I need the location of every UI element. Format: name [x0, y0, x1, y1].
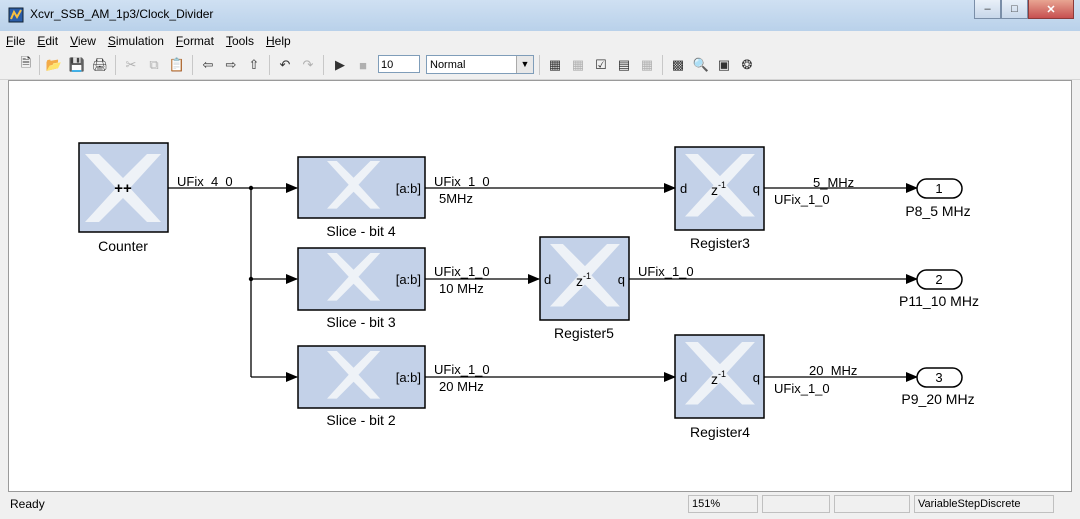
- menu-file[interactable]: File: [0, 34, 31, 48]
- signal-type-r4: UFix_1_0: [774, 381, 830, 396]
- status-ready: Ready: [10, 497, 45, 511]
- slice2-label: Slice - bit 2: [326, 412, 395, 428]
- counter-glyph: ++: [114, 180, 132, 197]
- menu-simulation[interactable]: Simulation: [102, 34, 170, 48]
- up-level-icon[interactable]: ⇧: [244, 55, 264, 75]
- outport-2-number: 2: [935, 272, 942, 287]
- model-advisor-icon[interactable]: ☑: [591, 55, 611, 75]
- counter-label: Counter: [98, 238, 148, 254]
- signal-name-s3: 10 MHz: [439, 281, 484, 296]
- maximize-button[interactable]: □: [1001, 0, 1028, 19]
- status-solver: VariableStepDiscrete: [914, 495, 1054, 513]
- register5-label: Register5: [554, 325, 614, 341]
- status-bar: Ready 151% VariableStepDiscrete: [0, 493, 1080, 519]
- slice3-label: Slice - bit 3: [326, 314, 395, 330]
- signal-type-s3: UFix_1_0: [434, 264, 490, 279]
- signal-type-r3: UFix_1_0: [774, 192, 830, 207]
- cut-icon[interactable]: ✂: [121, 55, 141, 75]
- stop-time-input[interactable]: 10: [378, 55, 420, 73]
- menu-tools[interactable]: Tools: [220, 34, 260, 48]
- status-zoom: 151%: [688, 495, 758, 513]
- register3-d-port: d: [680, 181, 687, 196]
- debug-icon[interactable]: 🔍: [691, 55, 711, 75]
- outport-1-number: 1: [935, 181, 942, 196]
- outport-3-number: 3: [935, 370, 942, 385]
- slice3-port-label: [a:b]: [396, 272, 421, 287]
- register3-q-port: q: [753, 181, 760, 196]
- simulation-mode-select[interactable]: Normal ▼: [426, 55, 534, 74]
- close-button[interactable]: ✕: [1028, 0, 1074, 19]
- slice2-port-label: [a:b]: [396, 370, 421, 385]
- refresh-icon[interactable]: ▦: [637, 55, 657, 75]
- menu-format[interactable]: Format: [170, 34, 220, 48]
- register4-label: Register4: [690, 424, 750, 440]
- register5-q-port: q: [618, 272, 625, 287]
- signal-type-r5: UFix_1_0: [638, 264, 694, 279]
- signal-name-s4: 5MHz: [439, 191, 473, 206]
- model-canvas[interactable]: ++ Counter [a:b] Slice - bit 4 [a:b] Sli…: [8, 80, 1072, 492]
- print-icon[interactable]: 🖨: [90, 55, 110, 75]
- slice-bit3-block[interactable]: [a:b]: [297, 247, 426, 311]
- property-inspector-icon[interactable]: ▣: [714, 55, 734, 75]
- library-browser-icon[interactable]: ▤: [614, 55, 634, 75]
- simulink-app-icon: [8, 7, 24, 23]
- stop-simulation-icon[interactable]: ■: [353, 55, 373, 75]
- outport-3-label: P9_20 MHz: [901, 391, 974, 407]
- open-icon[interactable]: 📂: [44, 55, 64, 75]
- register3-block[interactable]: d q z-1: [674, 146, 765, 231]
- back-icon[interactable]: ⇦: [198, 55, 218, 75]
- toolbar: 🗎 📂 💾 🖨 ✂ ⧉ 📋 ⇦ ⇨ ⇧ ↶ ↷ ▶ ■ ▦ ▦ ☑ ▤ ▦ ▩ …: [0, 51, 1080, 80]
- menu-edit[interactable]: Edit: [31, 34, 64, 48]
- save-icon[interactable]: 💾: [67, 55, 87, 75]
- menu-bar: File Edit View Simulation Format Tools H…: [0, 31, 1080, 50]
- outport-1-label: P8_5 MHz: [905, 203, 970, 219]
- status-panel-empty: [762, 495, 830, 513]
- title-bar: Xcvr_SSB_AM_1p3/Clock_Divider – □ ✕: [0, 0, 1080, 32]
- slice-bit4-block[interactable]: [a:b]: [297, 156, 426, 219]
- menu-help[interactable]: Help: [260, 34, 297, 48]
- signal-name-r3: 5_MHz: [813, 175, 854, 190]
- outport-3[interactable]: 3: [916, 367, 963, 388]
- menu-view[interactable]: View: [64, 34, 102, 48]
- register4-q-port: q: [753, 370, 760, 385]
- branch-point: [248, 185, 254, 191]
- redo-icon[interactable]: ↷: [298, 55, 318, 75]
- register4-d-port: d: [680, 370, 687, 385]
- branch-point: [248, 276, 254, 282]
- simulation-mode-value: Normal: [430, 59, 466, 71]
- register5-d-port: d: [544, 272, 551, 287]
- slice4-label: Slice - bit 4: [326, 223, 395, 239]
- forward-icon[interactable]: ⇨: [221, 55, 241, 75]
- outport-1[interactable]: 1: [916, 178, 963, 199]
- status-panel-empty-2: [834, 495, 910, 513]
- update-diagram-icon[interactable]: ▦: [568, 55, 588, 75]
- signal-type-s4: UFix_1_0: [434, 174, 490, 189]
- target-icon[interactable]: ❂: [737, 55, 757, 75]
- slice-bit2-block[interactable]: [a:b]: [297, 345, 426, 409]
- signal-name-r4: 20_MHz: [809, 363, 857, 378]
- build-icon[interactable]: ▦: [545, 55, 565, 75]
- outport-2[interactable]: 2: [916, 269, 963, 290]
- slice4-port-label: [a:b]: [396, 181, 421, 196]
- undo-icon[interactable]: ↶: [275, 55, 295, 75]
- register3-label: Register3: [690, 235, 750, 251]
- start-simulation-icon[interactable]: ▶: [330, 55, 350, 75]
- window-title: Xcvr_SSB_AM_1p3/Clock_Divider: [30, 7, 214, 21]
- register5-block[interactable]: d q z-1: [539, 236, 630, 321]
- paste-icon[interactable]: 📋: [167, 55, 187, 75]
- minimize-button[interactable]: –: [974, 0, 1001, 19]
- new-model-icon[interactable]: 🗎: [16, 55, 36, 75]
- register4-block[interactable]: d q z-1: [674, 334, 765, 419]
- signal-name-s2: 20 MHz: [439, 379, 484, 394]
- counter-block[interactable]: ++: [78, 142, 169, 233]
- chevron-down-icon[interactable]: ▼: [516, 56, 533, 73]
- copy-icon[interactable]: ⧉: [144, 55, 164, 75]
- signal-type-s2: UFix_1_0: [434, 362, 490, 377]
- signal-label-counter: UFix_4_0: [177, 174, 233, 189]
- outport-2-label: P11_10 MHz: [899, 293, 979, 309]
- model-explorer-icon[interactable]: ▩: [668, 55, 688, 75]
